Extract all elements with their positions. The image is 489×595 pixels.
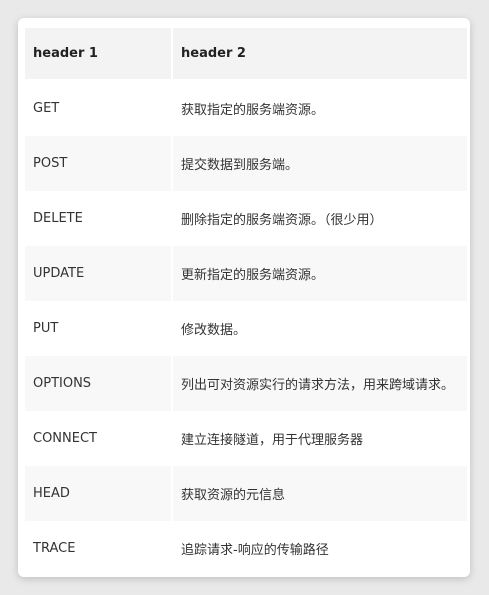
column-header-1: header 1 xyxy=(25,28,173,81)
description-cell: 列出可对资源实行的请求方法，用来跨域请求。 xyxy=(173,356,467,411)
method-cell: TRACE xyxy=(25,521,173,576)
description-cell: 提交数据到服务端。 xyxy=(173,136,467,191)
description-cell: 修改数据。 xyxy=(173,301,467,356)
description-cell: 建立连接隧道，用于代理服务器 xyxy=(173,411,467,466)
table-row: HEAD 获取资源的元信息 xyxy=(25,466,467,521)
table-row: PUT 修改数据。 xyxy=(25,301,467,356)
method-cell: PUT xyxy=(25,301,173,356)
table-row: CONNECT 建立连接隧道，用于代理服务器 xyxy=(25,411,467,466)
table-row: GET 获取指定的服务端资源。 xyxy=(25,81,467,136)
description-cell: 获取资源的元信息 xyxy=(173,466,467,521)
method-cell: GET xyxy=(25,81,173,136)
description-cell: 更新指定的服务端资源。 xyxy=(173,246,467,301)
column-header-2: header 2 xyxy=(173,28,467,81)
method-cell: DELETE xyxy=(25,191,173,246)
method-cell: OPTIONS xyxy=(25,356,173,411)
http-methods-table: header 1 header 2 GET 获取指定的服务端资源。 POST 提… xyxy=(25,28,467,576)
table-row: UPDATE 更新指定的服务端资源。 xyxy=(25,246,467,301)
table-row: OPTIONS 列出可对资源实行的请求方法，用来跨域请求。 xyxy=(25,356,467,411)
table-row: POST 提交数据到服务端。 xyxy=(25,136,467,191)
method-cell: CONNECT xyxy=(25,411,173,466)
table-card: header 1 header 2 GET 获取指定的服务端资源。 POST 提… xyxy=(18,18,470,577)
method-cell: UPDATE xyxy=(25,246,173,301)
table-row: TRACE 追踪请求-响应的传输路径 xyxy=(25,521,467,576)
table-header-row: header 1 header 2 xyxy=(25,28,467,81)
description-cell: 追踪请求-响应的传输路径 xyxy=(173,521,467,576)
method-cell: HEAD xyxy=(25,466,173,521)
description-cell: 获取指定的服务端资源。 xyxy=(173,81,467,136)
table-row: DELETE 删除指定的服务端资源。（很少用） xyxy=(25,191,467,246)
description-cell: 删除指定的服务端资源。（很少用） xyxy=(173,191,467,246)
method-cell: POST xyxy=(25,136,173,191)
